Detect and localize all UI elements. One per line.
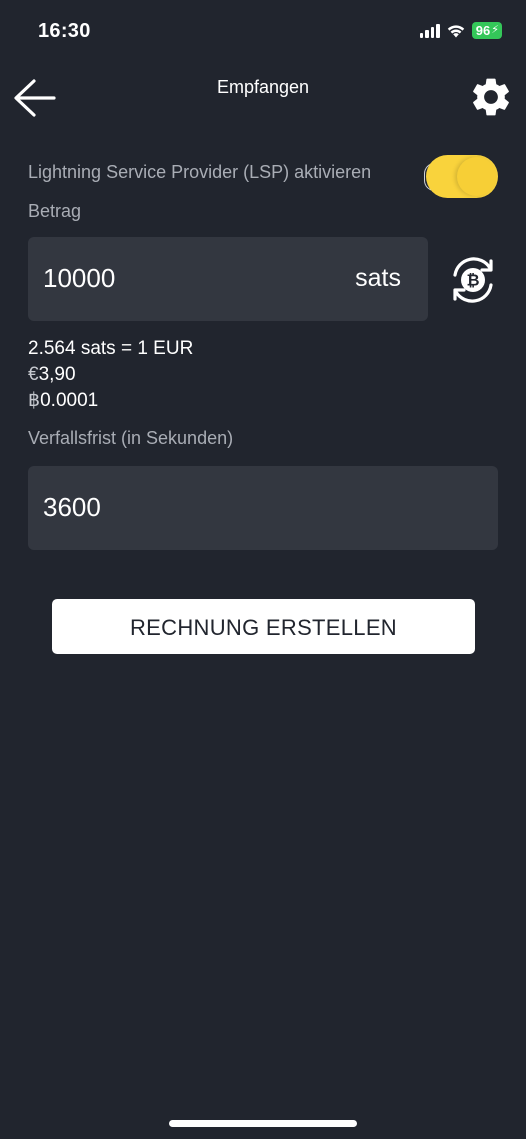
amount-label: Betrag	[28, 201, 82, 221]
wifi-icon	[447, 25, 464, 38]
eur-symbol: €	[28, 364, 39, 385]
expiry-value: 3600	[43, 492, 101, 522]
eur-amount: 3,90	[38, 364, 76, 385]
expiry-input[interactable]: 3600	[28, 466, 498, 550]
settings-button[interactable]	[468, 74, 514, 120]
svg-text:₿: ₿	[466, 272, 479, 290]
btc-amount: 0.0001	[40, 390, 99, 411]
amount-input[interactable]: 10000 sats	[28, 237, 428, 321]
status-bar: 16:30 96 ⚡	[0, 0, 526, 62]
lsp-toggle[interactable]	[424, 155, 498, 198]
battery-level: 96	[475, 23, 491, 38]
bitcoin-refresh-icon: ₿	[453, 257, 493, 303]
conversion-info: 2.564 sats = 1 EUR €3,90 ฿0.0001	[28, 336, 193, 414]
status-icons: 96 ⚡	[419, 22, 502, 39]
btc-symbol: ฿	[28, 390, 41, 411]
gear-icon	[473, 78, 509, 116]
signal-icon	[419, 23, 440, 38]
exchange-rate: 2.564 sats = 1 EUR	[28, 338, 194, 359]
charging-bolt-icon: ⚡	[491, 24, 499, 36]
header: Empfangen	[0, 62, 526, 132]
battery-charging-icon: 96 ⚡	[471, 22, 502, 39]
page-title: Empfangen	[216, 77, 310, 97]
create-invoice-button[interactable]: RECHNUNG ERSTELLEN	[52, 599, 475, 654]
status-time: 16:30	[38, 20, 91, 42]
amount-unit: sats	[355, 264, 401, 292]
currency-switch-button[interactable]: ₿	[446, 253, 500, 307]
toggle-knob	[457, 157, 496, 196]
eur-amount-row: €3,90	[28, 362, 193, 388]
btc-amount-row: ฿0.0001	[28, 388, 193, 414]
home-indicator[interactable]	[169, 1120, 357, 1127]
expiry-label: Verfallsfrist (in Sekunden)	[28, 428, 234, 448]
lsp-row: Lightning Service Provider (LSP) aktivie…	[28, 155, 500, 199]
lsp-label: Lightning Service Provider (LSP) aktivie…	[28, 162, 372, 182]
amount-value: 10000	[43, 263, 116, 293]
